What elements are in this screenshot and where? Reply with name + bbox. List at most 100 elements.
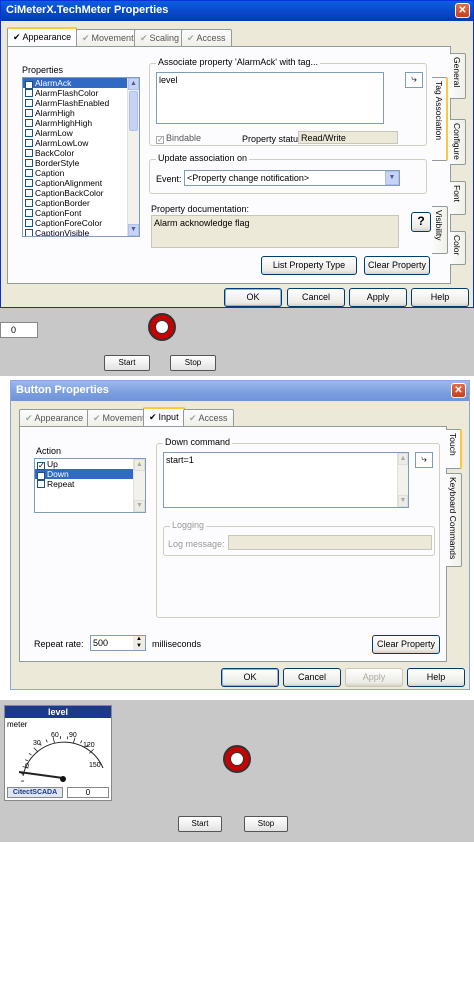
tab-appearance[interactable]: ✔ Appearance (7, 27, 78, 46)
property-list-item[interactable]: AlarmFlashEnabled (23, 98, 139, 108)
property-checkbox[interactable] (25, 179, 33, 187)
tab-movement[interactable]: ✔ Movement (87, 409, 151, 426)
cancel-button[interactable]: Cancel (283, 668, 341, 687)
tag-textarea[interactable]: level (156, 72, 384, 124)
property-checkbox[interactable] (25, 229, 33, 236)
event-select[interactable]: <Property change notification> ▼ (184, 170, 400, 186)
action-list-item[interactable]: ✓ Up (35, 459, 145, 470)
command-scrollbar[interactable]: ▲ ▼ (397, 453, 408, 507)
property-list-item[interactable]: ✓ AlarmAck (23, 78, 139, 89)
ok-button[interactable]: OK (221, 668, 279, 687)
log-message-input[interactable] (228, 535, 432, 550)
tag-browse-icon[interactable]: ⤷ (405, 72, 423, 88)
close-button[interactable]: ✕ (455, 3, 470, 18)
apply-button[interactable]: Apply (345, 668, 403, 687)
doc-label: Property documentation: (151, 204, 250, 214)
dialog-title-bar[interactable]: CiMeterX.TechMeter Properties ✕ (1, 1, 473, 21)
start-button[interactable]: Start (104, 355, 150, 371)
properties-list[interactable]: ✓ AlarmAck AlarmFlashColor AlarmFlashEnable… (22, 77, 140, 237)
property-checkbox[interactable] (25, 139, 33, 147)
property-checkbox[interactable] (25, 209, 33, 217)
dialog-title: Button Properties (16, 384, 109, 396)
side-tab-touch[interactable]: Touch (446, 429, 462, 469)
property-list-item[interactable]: AlarmHighHigh (23, 118, 139, 128)
down-command-textarea[interactable]: start=1 ▲ ▼ (163, 452, 409, 508)
start-button[interactable]: Start (178, 816, 222, 832)
clear-property-button[interactable]: Clear Property (372, 635, 440, 654)
tab-access[interactable]: ✔ Access (181, 29, 232, 46)
action-list-item[interactable]: ✓ Down (35, 469, 145, 480)
scroll-down-icon[interactable]: ▼ (128, 224, 139, 236)
action-items: ✓ Up ✓ Down Repeat (35, 459, 145, 489)
tag-browse-icon[interactable]: ⤷ (415, 452, 433, 468)
tab-access[interactable]: ✔ Access (183, 409, 234, 426)
scroll-up-icon[interactable]: ▲ (398, 453, 408, 465)
repeat-rate-stepper[interactable]: 500 ▲ ▼ (90, 635, 146, 651)
property-checkbox[interactable] (25, 159, 33, 167)
property-list-item[interactable]: Caption (23, 168, 139, 178)
property-list-item[interactable]: BorderStyle (23, 158, 139, 168)
clear-property-button[interactable]: Clear Property (364, 256, 430, 275)
property-list-item[interactable]: AlarmHigh (23, 108, 139, 118)
help-button[interactable]: Help (411, 288, 469, 307)
stop-button[interactable]: Stop (170, 355, 216, 371)
property-list-item[interactable]: AlarmFlashColor (23, 88, 139, 98)
side-tab-keyboard-commands[interactable]: Keyboard Commands (446, 473, 462, 567)
property-list-item[interactable]: CaptionVisible (23, 228, 139, 236)
side-tab-general[interactable]: General (450, 53, 466, 99)
property-list-item[interactable]: CaptionBackColor (23, 188, 139, 198)
stop-button[interactable]: Stop (244, 816, 288, 832)
property-checkbox[interactable] (25, 199, 33, 207)
property-checkbox[interactable] (25, 99, 33, 107)
action-list[interactable]: ✓ Up ✓ Down Repeat ▲ ▼ (34, 458, 146, 513)
spin-icon[interactable]: ▲ ▼ (133, 636, 145, 650)
property-checkbox[interactable] (25, 169, 33, 177)
property-list-item[interactable]: CaptionBorder (23, 198, 139, 208)
techmeter-properties-dialog: CiMeterX.TechMeter Properties ✕ ✔ Appeara… (0, 0, 474, 308)
ok-button[interactable]: OK (224, 288, 282, 307)
scroll-thumb[interactable] (129, 91, 138, 131)
side-tab-configure[interactable]: Configure (450, 119, 466, 165)
scroll-up-icon[interactable]: ▲ (134, 459, 145, 471)
dialog-title-bar[interactable]: Button Properties ✕ (11, 381, 469, 401)
property-list-item[interactable]: BackColor (23, 148, 139, 158)
cancel-button[interactable]: Cancel (287, 288, 345, 307)
help-question-icon[interactable]: ? (411, 212, 431, 232)
property-list-item[interactable]: CaptionFont (23, 208, 139, 218)
property-checkbox[interactable] (25, 89, 33, 97)
down-command-label: Down command (163, 437, 233, 447)
bindable-checkbox[interactable]: ✓ Bindable (156, 133, 201, 144)
tab-input[interactable]: ✔ Input (143, 407, 185, 426)
scroll-up-icon[interactable]: ▲ (128, 78, 139, 90)
property-checkbox[interactable] (25, 149, 33, 157)
action-list-item[interactable]: Repeat (35, 479, 145, 489)
tab-appearance[interactable]: ✔ Appearance (19, 409, 90, 426)
property-list-item[interactable]: CaptionForeColor (23, 218, 139, 228)
side-tab-color[interactable]: Color (450, 231, 466, 265)
property-checkbox[interactable] (25, 119, 33, 127)
property-list-item[interactable]: AlarmLow (23, 128, 139, 138)
property-list-item[interactable]: CaptionAlignment (23, 178, 139, 188)
side-tab-tag-association[interactable]: Tag Association (432, 77, 448, 161)
action-scrollbar[interactable]: ▲ ▼ (133, 459, 145, 512)
side-tab-label: Configure (452, 123, 462, 160)
help-button[interactable]: Help (407, 668, 465, 687)
scroll-down-icon[interactable]: ▼ (134, 500, 145, 512)
property-checkbox[interactable] (25, 109, 33, 117)
tab-scaling[interactable]: ✔ Scaling (134, 29, 186, 46)
close-button[interactable]: ✕ (451, 383, 466, 398)
apply-button[interactable]: Apply (349, 288, 407, 307)
list-property-type-button[interactable]: List Property Type (261, 256, 357, 275)
property-checkbox[interactable] (25, 129, 33, 137)
property-checkbox[interactable] (25, 219, 33, 227)
tab-movement[interactable]: ✔ Movement (76, 29, 140, 46)
chevron-down-icon[interactable]: ▼ (385, 171, 399, 185)
property-checkbox[interactable] (25, 189, 33, 197)
property-list-item[interactable]: AlarmLowLow (23, 138, 139, 148)
scroll-down-icon[interactable]: ▼ (398, 495, 408, 507)
side-tab-font[interactable]: Font (450, 181, 466, 215)
properties-scrollbar[interactable]: ▲ ▼ (127, 78, 139, 236)
side-tab-visibility[interactable]: Visibility (432, 206, 448, 254)
action-checkbox[interactable] (37, 480, 45, 488)
property-name: CaptionBackColor (35, 188, 104, 198)
